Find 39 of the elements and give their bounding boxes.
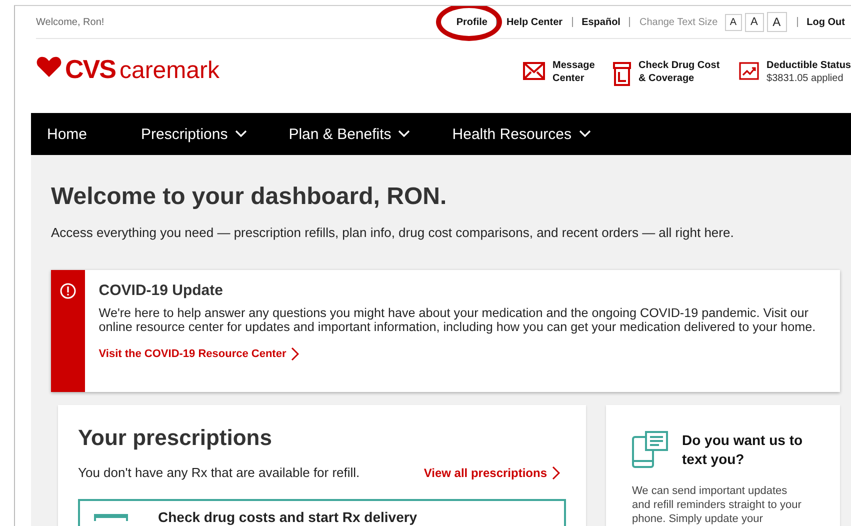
- text-alert-title: Do you want us to text you?: [682, 431, 804, 469]
- nav-item[interactable]: Home: [47, 126, 88, 142]
- heart-icon: [36, 56, 62, 78]
- dashboard-title: Welcome to your dashboard, RON.: [51, 183, 448, 211]
- phone-message-icon: [632, 431, 668, 469]
- prescriptions-title: Your prescriptions: [78, 425, 273, 451]
- quick-link[interactable]: Deductible Status: [766, 59, 851, 72]
- text-size-button[interactable]: A: [744, 12, 764, 32]
- refill-message: You don't have any Rx that are available for refill.: [78, 465, 360, 480]
- quick-link[interactable]: Message Center: [552, 59, 597, 85]
- resource-center-link[interactable]: Visit the COVID-19 Resource Center: [98, 347, 300, 361]
- top-link[interactable]: Profile: [456, 16, 488, 28]
- trend-chart-icon: [738, 62, 759, 80]
- alert-icon: [60, 283, 76, 299]
- drug-cost-option[interactable]: Check drug costs and start Rx delivery: [78, 499, 566, 526]
- logout-link[interactable]: Log Out: [806, 16, 845, 28]
- envelope-icon: [522, 62, 545, 80]
- text-size-button[interactable]: A: [724, 14, 742, 30]
- chevron-right-icon: [291, 347, 300, 361]
- nav-item[interactable]: Health Resources: [452, 126, 591, 142]
- pill-bottle-icon: [612, 62, 631, 86]
- quick-link[interactable]: Check Drug Cost & Coverage: [638, 58, 723, 84]
- logo-product: caremark: [119, 56, 220, 84]
- alert-body: We're here to help answer any questions you might have about your medication and the ongoing COVID-19 pandemic. Visit our online resource center for updates and important information, including how you can get your medication delivered to your home.: [98, 306, 817, 334]
- welcome-text: Welcome, Ron!: [36, 16, 106, 28]
- nav-item[interactable]: Prescriptions: [141, 126, 247, 142]
- nav-item[interactable]: Plan & Benefits: [288, 126, 410, 142]
- text-size-button[interactable]: A: [766, 12, 787, 32]
- view-prescriptions-link[interactable]: View all prescriptions: [424, 466, 560, 480]
- logo-brand: CVS: [65, 54, 116, 84]
- deductible-amount: $3831.05 applied: [766, 72, 844, 85]
- top-link[interactable]: Help Center: [506, 16, 563, 28]
- text-size-label: Change Text Size: [639, 16, 718, 28]
- alert-title: COVID-19 Update: [98, 282, 224, 299]
- chevron-right-icon: [552, 466, 560, 480]
- dashboard-subtitle: Access everything you need — prescription refills, plan info, drug cost comparisons, and recent orders — all right here.: [51, 225, 735, 240]
- top-link[interactable]: Español: [582, 16, 620, 28]
- calendar-icon: [94, 513, 128, 521]
- text-alert-body: We can send important updates and refill reminders straight to your phone. Simply update your: [632, 484, 802, 526]
